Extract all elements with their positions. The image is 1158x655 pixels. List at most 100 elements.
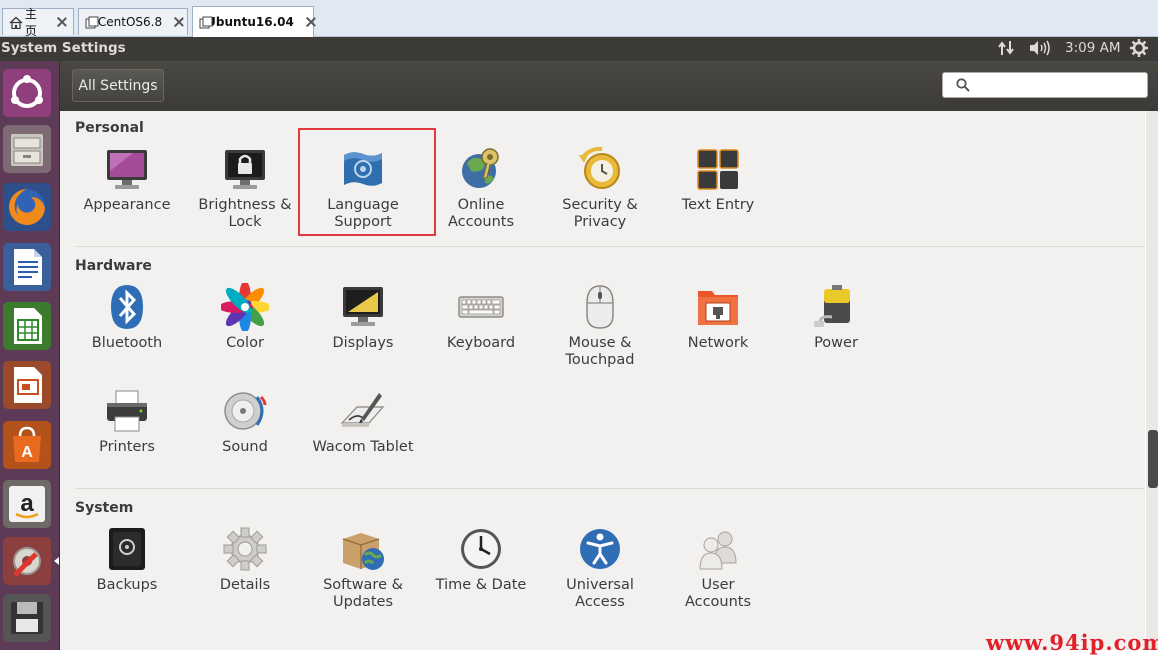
setting-power[interactable]: Power [777,278,895,378]
power-icon [810,282,862,332]
user-accounts-icon [692,524,744,574]
software-center-icon[interactable]: A [3,421,51,469]
section-title-personal: Personal [75,120,144,136]
setting-bluetooth[interactable]: Bluetooth [68,278,186,378]
details-icon [219,524,271,574]
sound-icon [219,386,271,436]
setting-language-support[interactable]: Language Support [304,140,422,240]
window-title: System Settings [1,40,126,56]
setting-label: Displays [332,335,394,351]
setting-label: Language Support [327,197,399,230]
setting-label: Time & Date [435,577,527,593]
setting-user-accounts[interactable]: User Accounts [659,520,777,620]
setting-label: Brightness & Lock [198,197,292,230]
active-window-pip [54,557,59,565]
close-tab-icon[interactable] [55,15,67,29]
host-tab-label: Ubuntu16.04 [206,15,294,29]
network-arrows-icon[interactable] [998,40,1016,60]
host-tab-label: CentOS6.8 [97,15,163,29]
setting-label: Keyboard [446,335,516,351]
displays-icon [337,282,389,332]
files-icon[interactable] [3,125,51,173]
setting-label: Bluetooth [91,335,163,351]
setting-security-privacy[interactable]: Security & Privacy [541,140,659,240]
setting-backups[interactable]: Backups [68,520,186,620]
close-tab-icon[interactable] [172,15,181,29]
launcher: A a [0,61,60,654]
gear-icon[interactable] [1130,39,1148,61]
amazon-icon[interactable]: a [3,480,51,528]
bottom-edge [0,650,1158,654]
setting-label: Wacom Tablet [312,439,414,455]
setting-details[interactable]: Details [186,520,304,620]
setting-label: Software & Updates [323,577,403,610]
volume-icon[interactable] [1029,40,1051,60]
software-updates-icon [337,524,389,574]
setting-brightness-lock[interactable]: Brightness & Lock [186,140,304,240]
setting-label: Appearance [83,197,171,213]
setting-keyboard[interactable]: Keyboard [422,278,540,378]
setting-software-updates[interactable]: Software & Updates [304,520,422,620]
setting-online-accounts[interactable]: Online Accounts [422,140,540,240]
floppy-icon[interactable] [3,594,51,642]
setting-wacom-tablet[interactable]: Wacom Tablet [304,382,422,482]
brightness-lock-icon [219,144,271,194]
network-icon [692,282,744,332]
setting-label: Sound [222,439,268,455]
host-tab-centos[interactable]: CentOS6.8 [78,8,188,35]
ubuntu-dash-icon[interactable] [3,69,51,117]
scrollbar-track[interactable] [1146,111,1158,650]
security-privacy-icon [574,144,626,194]
appearance-icon [101,144,153,194]
section-title-hardware: Hardware [75,258,152,274]
setting-label: Mouse & Touchpad [565,335,635,368]
system-settings-icon[interactable] [3,537,51,585]
calc-icon[interactable] [3,302,51,350]
setting-label: Network [687,335,749,351]
setting-label: Backups [96,577,158,593]
all-settings-button[interactable]: All Settings [72,69,164,102]
firefox-icon[interactable] [3,183,51,231]
settings-content: Personal Appearance Brightness & Lock La… [60,111,1145,650]
setting-text-entry[interactable]: Text Entry [659,140,777,240]
setting-network[interactable]: Network [659,278,777,378]
setting-label: Color [226,335,264,351]
section-divider [75,488,1145,489]
close-tab-icon[interactable] [304,15,307,29]
setting-label: Text Entry [681,197,755,213]
setting-displays[interactable]: Displays [304,278,422,378]
section-title-system: System [75,500,134,516]
clock[interactable]: 3:09 AM [1065,40,1121,56]
svg-text:A: A [21,444,33,461]
svg-text:a: a [20,490,34,517]
scrollbar-thumb[interactable] [1148,430,1158,488]
setting-color[interactable]: Color [186,278,304,378]
top-panel: System Settings 3:09 AM [0,37,1158,61]
color-icon [219,282,271,332]
universal-access-icon [574,524,626,574]
setting-appearance[interactable]: Appearance [68,140,186,240]
setting-label: User Accounts [684,577,752,610]
backups-icon [101,524,153,574]
time-date-icon [455,524,507,574]
printers-icon [101,386,153,436]
host-tab-home[interactable]: 主页 [2,7,74,38]
setting-printers[interactable]: Printers [68,382,186,482]
impress-icon[interactable] [3,361,51,409]
setting-universal-access[interactable]: Universal Access [541,520,659,620]
watermark: www.94ip.com [986,630,1158,655]
language-support-icon [337,144,389,194]
vm-icon [85,16,99,29]
setting-mouse-touchpad[interactable]: Mouse & Touchpad [541,278,659,378]
host-tab-ubuntu[interactable]: Ubuntu16.04 [192,6,314,37]
setting-sound[interactable]: Sound [186,382,304,482]
setting-time-date[interactable]: Time & Date [422,520,540,620]
search-icon [956,78,970,92]
bluetooth-icon [101,282,153,332]
host-tab-bar: 主页 CentOS6.8 Ubuntu16.04 [0,0,1158,38]
home-icon [9,16,23,29]
writer-icon[interactable] [3,243,51,291]
section-divider [75,246,1145,247]
vm-icon [199,16,213,29]
search-input[interactable] [942,72,1148,98]
